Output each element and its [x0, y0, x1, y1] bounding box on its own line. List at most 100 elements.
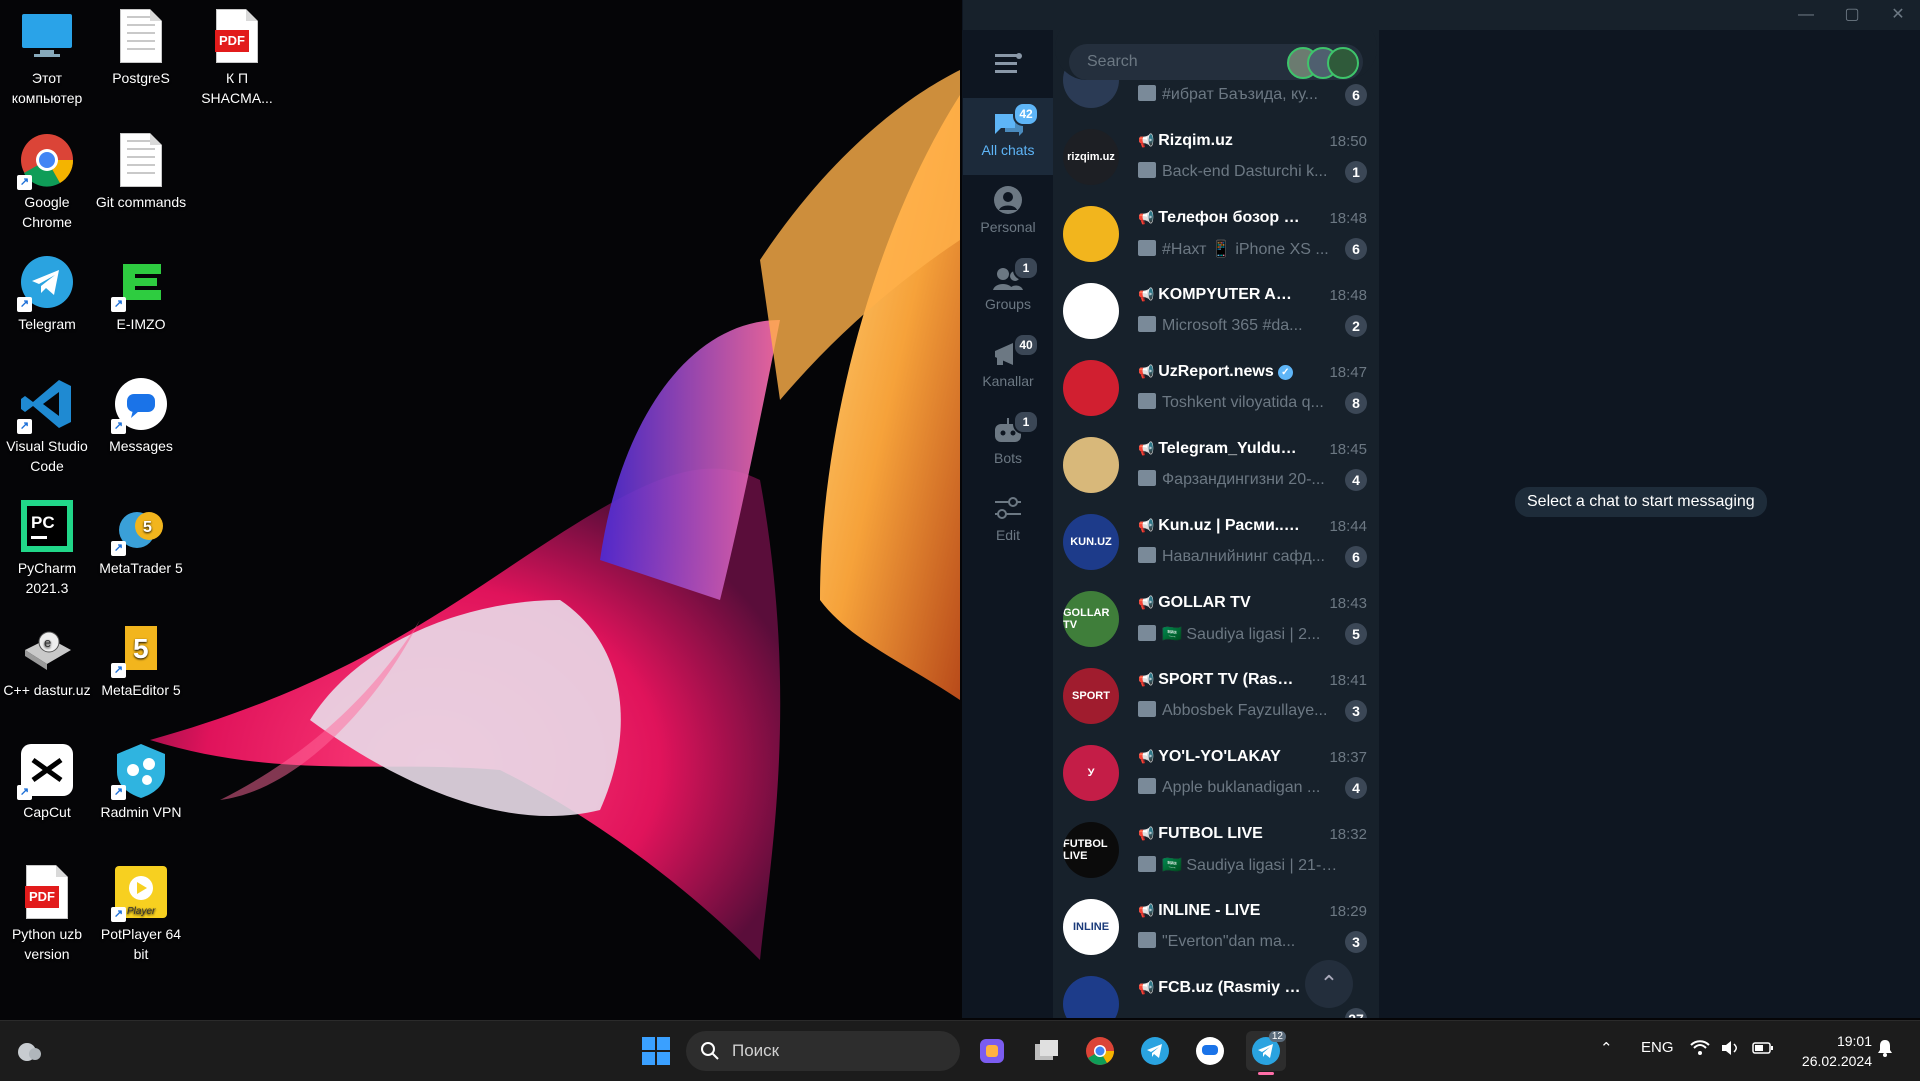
chat-preview: Back-end Dasturchi k...	[1138, 162, 1338, 181]
shortcut-arrow-icon: ↗	[111, 663, 126, 678]
taskbar-search[interactable]: Поиск	[686, 1031, 960, 1071]
chat-row[interactable]: 📢 UzReport.news ✓ 18:47 Toshkent viloyatida …	[1053, 350, 1379, 427]
chat-row[interactable]: У 📢 YO'L-YO'LAKAY 18:37 Apple buklanadigan .…	[1053, 735, 1379, 812]
wifi-icon[interactable]	[1690, 1039, 1710, 1061]
clock[interactable]: 19:01 26.02.2024	[1792, 1031, 1872, 1071]
shortcut-arrow-icon: ↗	[17, 419, 32, 434]
desktop-icon-metaeditor[interactable]: 5 ↗ MetaEditor 5	[94, 612, 188, 700]
desktop-icon-label: Этот компьютер	[11, 70, 83, 106]
folder-bots[interactable]: 1 Bots	[963, 406, 1053, 483]
desktop-icon-this-pc[interactable]: Этот компьютер	[0, 0, 94, 108]
folder-groups[interactable]: 1 Groups	[963, 252, 1053, 329]
chat-name-text: Телефон бозор | Т...	[1158, 209, 1303, 226]
unread-count-badge: 1	[1345, 161, 1367, 183]
chat-row[interactable]: KUN.UZ 📢 Kun.uz | Расми... ✓ 18:44 Навалнийни…	[1053, 504, 1379, 581]
copilot-icon	[980, 1039, 1004, 1063]
chat-avatar: KUN.UZ	[1063, 514, 1119, 570]
chat-row[interactable]: rizqim.uz 📢 Rizqim.uz 18:50 Back-end Dasturc…	[1053, 119, 1379, 196]
folder-personal[interactable]: Personal	[963, 175, 1053, 252]
monitor-icon	[22, 14, 72, 57]
menu-icon[interactable]	[993, 52, 1023, 74]
cloud-icon	[18, 1043, 41, 1061]
volume-icon[interactable]	[1720, 1039, 1740, 1061]
chat-preview: Toshkent viloyatida q...	[1138, 393, 1338, 412]
minimize-button[interactable]: —	[1783, 0, 1829, 30]
taskbar-messages[interactable]	[1190, 1031, 1230, 1071]
taskbar-telegram-pinned[interactable]	[1135, 1031, 1175, 1071]
svg-text:5: 5	[133, 633, 149, 664]
chat-row[interactable]: 📢 Телефон бозор | Т... 18:48 #Нахт 📱 iPhone…	[1053, 196, 1379, 273]
desktop-icon-cpp-dastur[interactable]: e C++ dastur.uz	[0, 612, 94, 700]
media-thumbnail	[1138, 85, 1156, 101]
chat-row[interactable]: FUTBOL LIVE 📢 FUTBOL LIVE 18:32 🇸🇦 Saudiya l…	[1053, 812, 1379, 889]
unread-count-badge: 8	[1345, 392, 1367, 414]
scroll-up-button[interactable]: ⌃	[1305, 960, 1353, 1008]
media-thumbnail	[1138, 470, 1156, 486]
chat-name-text: FUTBOL LIVE	[1158, 825, 1263, 842]
maximize-button[interactable]: ▢	[1829, 0, 1875, 30]
channel-megaphone-icon: 📢	[1138, 441, 1155, 456]
chat-avatar	[1063, 437, 1119, 493]
chat-time: 18:44	[1329, 518, 1367, 535]
desktop-icon-capcut[interactable]: ↗ CapCut	[0, 734, 94, 822]
media-thumbnail	[1138, 316, 1156, 332]
chat-time: 18:43	[1329, 595, 1367, 612]
chat-avatar: GOLLAR TV	[1063, 591, 1119, 647]
start-button[interactable]	[636, 1031, 676, 1071]
chat-name: 📢 YO'L-YO'LAKAY	[1138, 748, 1303, 766]
desktop-icon-potplayer[interactable]: Player ↗ PotPlayer 64 bit	[94, 856, 188, 964]
desktop-icon-pdf-shacma[interactable]: PDF К П SHACMA...	[190, 0, 284, 108]
desktop-icon-pycharm[interactable]: PC PyCharm 2021.3	[0, 490, 94, 598]
search-input[interactable]: Search	[1069, 44, 1363, 80]
media-thumbnail	[1138, 778, 1156, 794]
chat-preview: 🇸🇦 Saudiya ligasi | 21-tu...	[1138, 855, 1338, 875]
chat-row[interactable]: SPORT 📢SPORT TV (Rasmiy ... 18:41Abbosbek …	[1053, 658, 1379, 735]
folder-label: Personal	[980, 219, 1036, 235]
language-indicator[interactable]: ENG	[1641, 1039, 1674, 1056]
chat-row[interactable]: 📢 Telegram_Yulduzla... 18:45 Фарзандингизни…	[1053, 427, 1379, 504]
desktop-icon-label: Radmin VPN	[100, 804, 182, 820]
windows-icon	[642, 1037, 670, 1065]
shortcut-arrow-icon: ↗	[111, 297, 126, 312]
desktop-icon-git-commands[interactable]: Git commands	[94, 124, 188, 212]
pycharm-icon: PC	[21, 500, 73, 552]
chat-row[interactable]: GOLLAR TV 📢 GOLLAR TV 18:43 🇸🇦 Saudiya ligas…	[1053, 581, 1379, 658]
desktop-icon-telegram[interactable]: ↗ Telegram	[0, 246, 94, 334]
desktop-icon-chrome[interactable]: ↗ Google Chrome	[0, 124, 94, 232]
taskbar-chrome[interactable]	[1080, 1031, 1120, 1071]
shortcut-arrow-icon: ↗	[111, 419, 126, 434]
chat-time: 18:32	[1329, 826, 1367, 843]
desktop-icon-metatrader[interactable]: 5 ↗ MetaTrader 5	[94, 490, 188, 578]
folder-all-chats[interactable]: 42 All chats	[963, 98, 1053, 175]
taskbar-telegram-active[interactable]: 12	[1246, 1031, 1286, 1075]
desktop-icon-messages[interactable]: ↗ Messages	[94, 368, 188, 456]
notification-bell-icon[interactable]	[1876, 1039, 1894, 1061]
desktop-icon-vscode[interactable]: ↗ Visual Studio Code	[0, 368, 94, 476]
chat-name: 📢 INLINE - LIVE	[1138, 902, 1303, 920]
chat-row[interactable]: INLINE 📢 INLINE - LIVE 18:29 "Everton"dan ma…	[1053, 889, 1379, 966]
chat-name: 📢 GOLLAR TV	[1138, 594, 1303, 612]
chat-preview-text: #Нахт 📱 iPhone XS ...	[1162, 241, 1329, 258]
chat-row[interactable]: 📢KOMPYUTER AKAD... 18:48 Microsoft 365 #da…	[1053, 273, 1379, 350]
folder-badge: 1	[1013, 410, 1039, 434]
weather-widget[interactable]	[8, 1031, 48, 1071]
desktop-icon-radmin-vpn[interactable]: ↗ Radmin VPN	[94, 734, 188, 822]
close-button[interactable]: ✕	[1875, 0, 1920, 30]
folder-label: All chats	[981, 142, 1035, 158]
chat-avatar: FUTBOL LIVE	[1063, 822, 1119, 878]
chat-name-text: Kun.uz | Расми...	[1158, 517, 1289, 534]
desktop-icon-postgres[interactable]: PostgreS	[94, 0, 188, 88]
folder-edit[interactable]: Edit	[963, 483, 1053, 560]
chat-name: 📢 FCB.uz (Rasmiy ka...	[1138, 979, 1303, 997]
chat-name-text: SPORT TV (Rasmiy ...	[1158, 671, 1303, 688]
battery-icon[interactable]	[1752, 1039, 1774, 1061]
desktop-icon-python-uzb[interactable]: PDF Python uzb version	[0, 856, 94, 964]
folder-kanallar[interactable]: 40 Kanallar	[963, 329, 1053, 406]
desktop-icon-e-imzo[interactable]: ↗ E-IMZO	[94, 246, 188, 334]
chat-avatar: SPORT	[1063, 668, 1119, 724]
taskbar-task-view[interactable]	[1026, 1031, 1066, 1071]
taskbar-copilot[interactable]	[972, 1031, 1012, 1071]
channel-megaphone-icon: 📢	[1138, 133, 1155, 148]
tray-overflow-chevron-icon[interactable]: ⌃	[1600, 1039, 1613, 1057]
stories-avatars[interactable]	[1287, 47, 1359, 79]
